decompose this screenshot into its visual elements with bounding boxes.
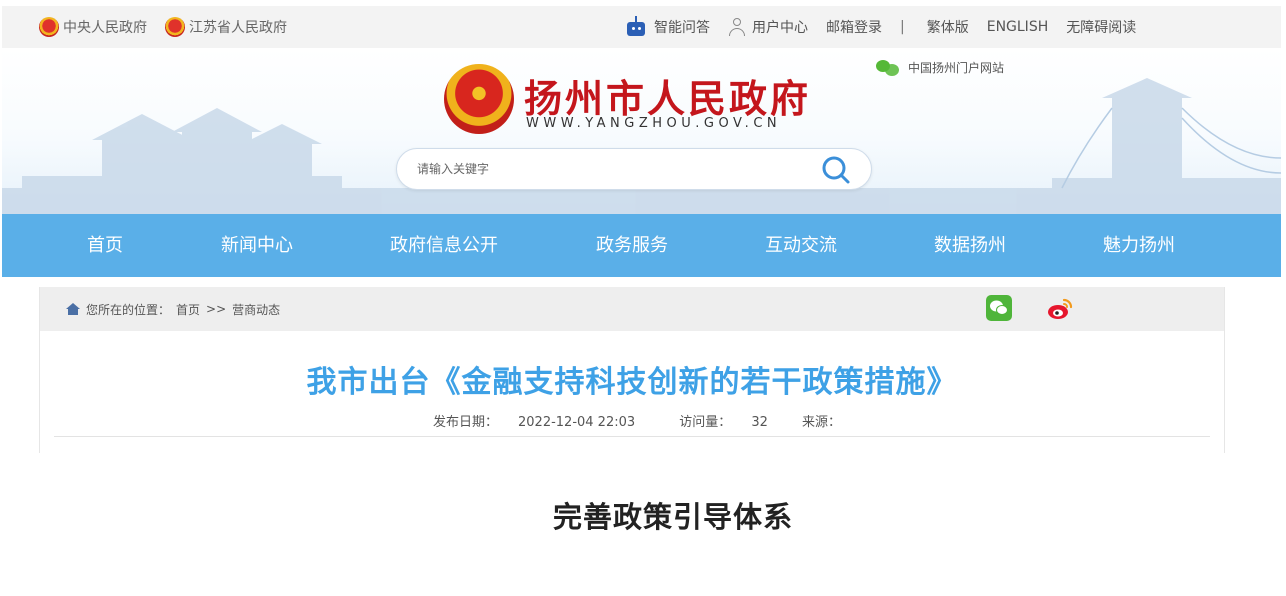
section-caption: 完善政策引导体系 [552, 500, 793, 534]
view-count: 32 [751, 415, 768, 430]
site-url: WWW.YANGZHOU.GOV.CN [526, 116, 782, 131]
nav-item-info-disclosure[interactable]: 政府信息公开 [390, 214, 498, 277]
search-input[interactable] [417, 149, 797, 189]
central-gov-link[interactable]: 中央人民政府 [39, 17, 147, 37]
main-nav: 首页 新闻中心 政府信息公开 政务服务 互动交流 数据扬州 魅力扬州 [2, 214, 1281, 277]
smart-qa-label: 智能问答 [654, 20, 710, 36]
date-label: 发布日期： [432, 415, 498, 430]
user-center-link[interactable]: 用户中心 [728, 17, 808, 37]
user-links: 智能问答 用户中心 邮箱登录 | 繁体版 ENGLISH 无障碍阅读 [624, 6, 1154, 48]
top-utility-bar: 中央人民政府 江苏省人民政府 智能问答 用户中心 邮箱登录 | 繁体版 ENGL… [2, 6, 1281, 48]
article-panel: 您所在的位置： 首页 >> 营商动态 我市出台《金融支持科技创新的若干政策措施》… [39, 287, 1225, 453]
share-wechat-button[interactable] [986, 295, 1012, 321]
wechat-icon [990, 300, 1008, 315]
source-label: 来源： [802, 415, 842, 430]
search-icon[interactable] [821, 155, 851, 185]
robot-icon [624, 16, 648, 38]
breadcrumb-separator: >> [206, 302, 227, 316]
weibo-icon[interactable] [1046, 295, 1074, 323]
views-label: 访问量： [679, 415, 732, 430]
jiangsu-gov-label: 江苏省人民政府 [189, 20, 287, 36]
english-link[interactable]: ENGLISH [987, 19, 1049, 35]
mail-login-link[interactable]: 邮箱登录 [826, 17, 882, 37]
user-center-label: 用户中心 [752, 20, 808, 36]
portal-wechat-link[interactable]: 中国扬州门户网站 [876, 58, 1004, 76]
national-emblem-icon [165, 17, 185, 37]
nav-item-charm[interactable]: 魅力扬州 [1103, 214, 1175, 277]
search-box [396, 148, 872, 190]
breadcrumb-prefix: 您所在的位置： [86, 302, 171, 317]
header-banner: 扬州市人民政府 WWW.YANGZHOU.GOV.CN 中国扬州门户网站 [2, 48, 1281, 214]
english-label: ENGLISH [986, 19, 1049, 35]
accessible-link[interactable]: 无障碍阅读 [1066, 17, 1136, 37]
user-icon [728, 17, 746, 37]
divider-line [54, 436, 1210, 437]
nav-item-home[interactable]: 首页 [87, 214, 123, 277]
mail-login-label: 邮箱登录 [826, 20, 882, 36]
breadcrumb-home-link[interactable]: 首页 [176, 301, 200, 318]
site-title: 扬州市人民政府 [524, 76, 812, 121]
nav-item-data[interactable]: 数据扬州 [934, 214, 1006, 277]
nav-item-news[interactable]: 新闻中心 [221, 214, 293, 277]
nav-item-interaction[interactable]: 互动交流 [765, 214, 837, 277]
national-emblem-icon [39, 17, 59, 37]
jiangsu-gov-link[interactable]: 江苏省人民政府 [165, 17, 287, 37]
accessible-label: 无障碍阅读 [1066, 20, 1137, 36]
central-gov-label: 中央人民政府 [63, 20, 147, 36]
article-meta: 发布日期： 2022-12-04 22:03 访问量： 32 来源： [40, 411, 1224, 430]
breadcrumb-bar: 您所在的位置： 首页 >> 营商动态 [40, 287, 1224, 331]
home-icon [66, 303, 80, 315]
traditional-label: 繁体版 [926, 20, 969, 36]
wechat-icon [876, 58, 900, 76]
portal-label: 中国扬州门户网站 [908, 60, 1005, 75]
publish-date: 2022-12-04 22:03 [518, 415, 636, 430]
nav-item-gov-services[interactable]: 政务服务 [596, 214, 668, 277]
national-emblem-icon [444, 64, 514, 134]
breadcrumb: 您所在的位置： 首页 >> 营商动态 [66, 287, 280, 331]
smart-qa-link[interactable]: 智能问答 [624, 16, 710, 38]
traditional-link[interactable]: 繁体版 [927, 17, 969, 37]
article-title: 我市出台《金融支持科技创新的若干政策措施》 [306, 365, 958, 400]
gov-links: 中央人民政府 江苏省人民政府 [39, 6, 287, 48]
divider: | [900, 19, 905, 35]
breadcrumb-current-link[interactable]: 营商动态 [232, 301, 280, 318]
